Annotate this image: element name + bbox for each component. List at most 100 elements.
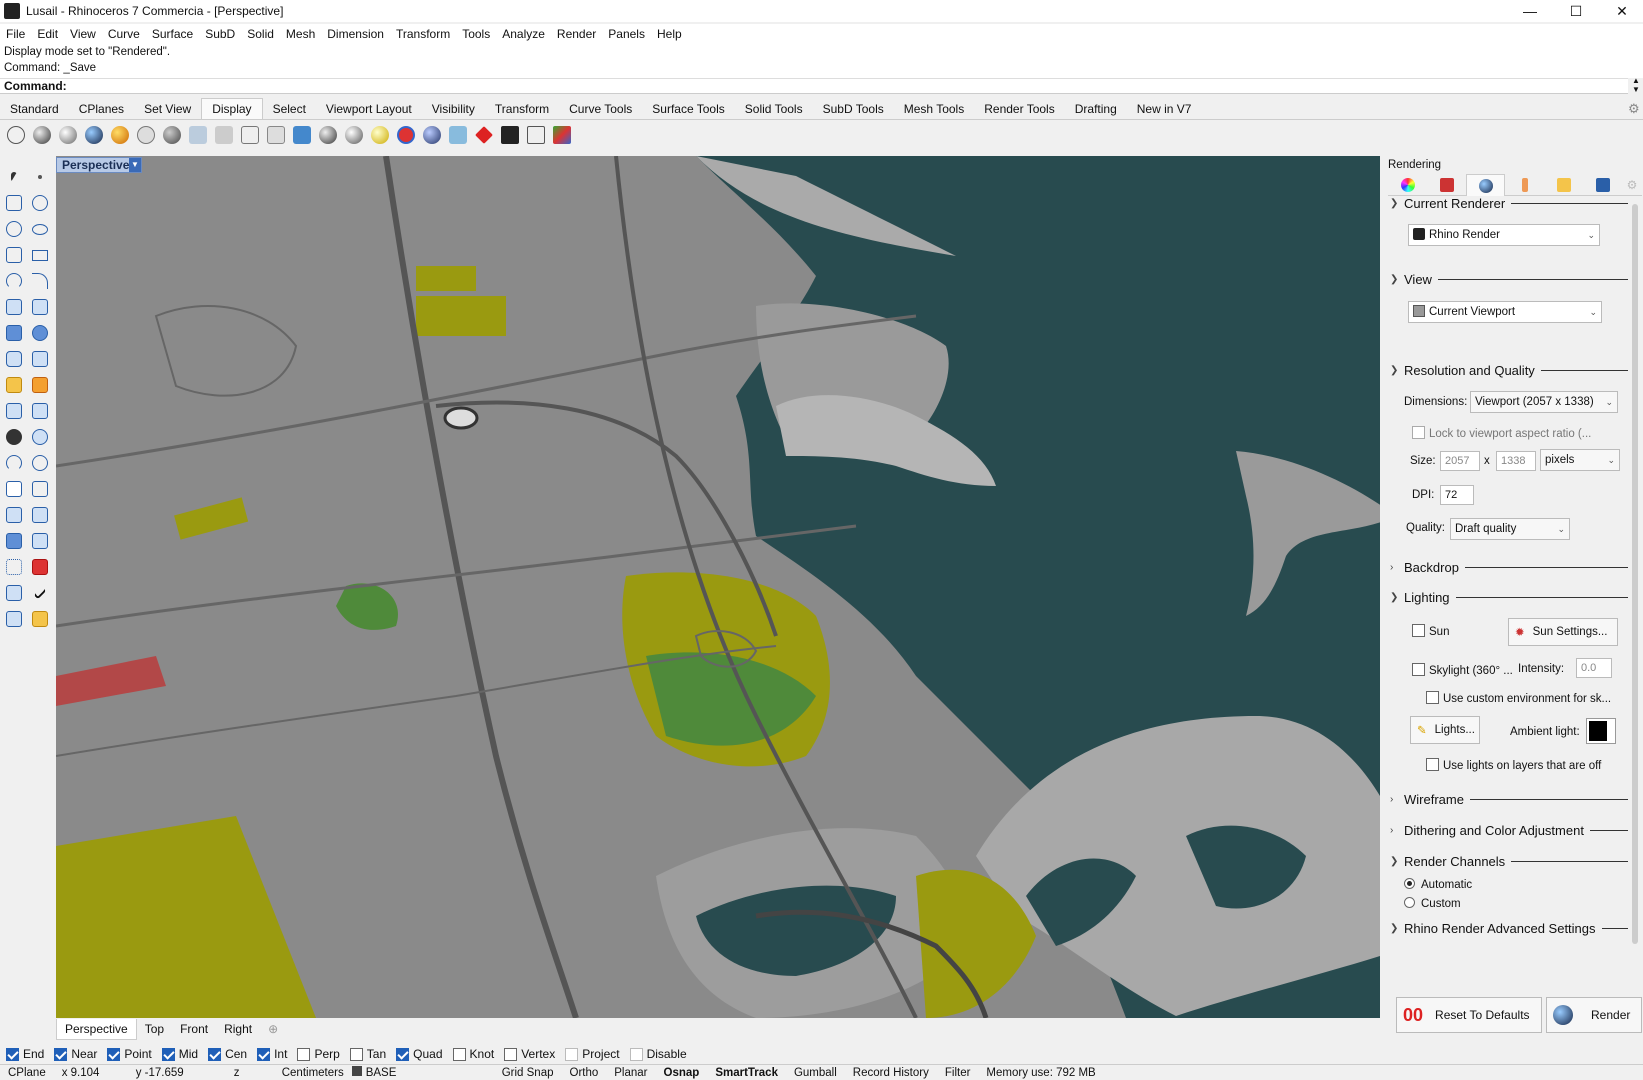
panel-tab-display-icon[interactable] [1583, 174, 1622, 196]
section-backdrop[interactable]: › Backdrop [1390, 560, 1628, 575]
menu-mesh[interactable]: Mesh [280, 27, 321, 41]
osnap-near-checkbox[interactable] [54, 1047, 68, 1061]
menu-file[interactable]: File [0, 27, 31, 41]
arc-icon[interactable] [1, 268, 27, 294]
dimension-icon[interactable] [27, 476, 53, 502]
menu-view[interactable]: View [64, 27, 102, 41]
rectangle-icon[interactable] [27, 242, 53, 268]
boolean-union-icon[interactable] [27, 320, 53, 346]
status-filter[interactable]: Filter [937, 1067, 979, 1079]
osnap-knot-checkbox[interactable] [452, 1047, 466, 1061]
xray-icon[interactable] [108, 123, 132, 147]
viewport-label[interactable]: Perspective ▼ [56, 157, 142, 173]
render-box-icon[interactable] [1, 528, 27, 554]
ungroup-icon[interactable] [27, 424, 53, 450]
gumball-icon[interactable] [27, 554, 53, 580]
tab-curve-tools[interactable]: Curve Tools [559, 102, 642, 119]
osnap-perp-checkbox[interactable] [297, 1047, 311, 1061]
menu-subd[interactable]: SubD [199, 27, 241, 41]
channels-automatic-option[interactable]: Automatic [1404, 878, 1472, 891]
project-icon[interactable] [1, 398, 27, 424]
skylight-option[interactable]: Skylight (360° ... [1412, 663, 1513, 677]
sun-checkbox[interactable] [1412, 624, 1425, 637]
osnap-near[interactable]: Near [54, 1047, 97, 1061]
lights-button[interactable]: ✎ Lights... [1410, 716, 1480, 744]
mesh-icon[interactable] [27, 346, 53, 372]
ellipse-icon[interactable] [27, 216, 53, 242]
osnap-int-checkbox[interactable] [257, 1047, 271, 1061]
array-icon[interactable] [1, 554, 27, 580]
sun-icon[interactable] [368, 123, 392, 147]
osnap-disable[interactable]: Disable [629, 1047, 687, 1061]
section-current-renderer[interactable]: ❯ Current Renderer [1390, 196, 1628, 211]
section-advanced-settings[interactable]: ❯ Rhino Render Advanced Settings [1390, 921, 1628, 936]
sun-settings-button[interactable]: ✹ Sun Settings... [1508, 618, 1618, 646]
section-render-channels[interactable]: ❯ Render Channels [1390, 854, 1628, 869]
tab-new-in-v7[interactable]: New in V7 [1127, 102, 1202, 119]
osnap-point[interactable]: Point [107, 1047, 152, 1061]
maximize-button[interactable]: ☐ [1553, 0, 1599, 22]
layout-icon[interactable] [27, 502, 53, 528]
polyline-icon[interactable] [1, 190, 27, 216]
tab-render-tools[interactable]: Render Tools [974, 102, 1065, 119]
circle-icon[interactable] [1, 216, 27, 242]
clipping-icon[interactable] [290, 123, 314, 147]
color-icon[interactable] [550, 123, 574, 147]
tab-surface-tools[interactable]: Surface Tools [642, 102, 735, 119]
curve-icon[interactable] [27, 190, 53, 216]
polygon-icon[interactable] [1, 242, 27, 268]
skylight-checkbox[interactable] [1412, 663, 1425, 676]
status-record-history[interactable]: Record History [845, 1067, 937, 1079]
osnap-cen-checkbox[interactable] [208, 1047, 222, 1061]
tab-standard[interactable]: Standard [0, 102, 69, 119]
osnap-end-checkbox[interactable] [6, 1047, 19, 1061]
tab-display[interactable]: Display [201, 98, 263, 119]
viewport-tab-top[interactable]: Top [137, 1022, 172, 1036]
menu-analyze[interactable]: Analyze [496, 27, 551, 41]
status-osnap[interactable]: Osnap [656, 1067, 708, 1079]
dimensions-dropdown[interactable]: Viewport (2057 x 1338) ⌄ [1470, 391, 1618, 413]
osnap-quad-checkbox[interactable] [396, 1047, 410, 1061]
monochrome-icon[interactable] [264, 123, 288, 147]
menu-transform[interactable]: Transform [390, 27, 456, 41]
tab-visibility[interactable]: Visibility [422, 102, 485, 119]
section-lighting[interactable]: ❯ Lighting [1390, 590, 1628, 605]
environment-icon[interactable] [342, 123, 366, 147]
properties-icon[interactable] [27, 606, 53, 632]
explode-icon[interactable] [27, 372, 53, 398]
monitor-icon[interactable] [498, 123, 522, 147]
osnap-perp[interactable]: Perp [297, 1047, 340, 1061]
status-cplane[interactable]: CPlane [0, 1067, 54, 1079]
lock-aspect-option[interactable]: Lock to viewport aspect ratio (... [1412, 426, 1591, 440]
technical-icon[interactable] [134, 123, 158, 147]
scale-icon[interactable] [27, 450, 53, 476]
status-smarttrack[interactable]: SmartTrack [707, 1067, 786, 1079]
automatic-radio[interactable] [1404, 878, 1415, 889]
lights-icon[interactable] [316, 123, 340, 147]
toolbar-settings-gear-icon[interactable]: ⚙ [1628, 101, 1640, 117]
axes-icon[interactable] [420, 123, 444, 147]
osnap-tan-checkbox[interactable] [349, 1047, 363, 1061]
osnap-vertex-checkbox[interactable] [504, 1047, 518, 1061]
pen-icon[interactable] [186, 123, 210, 147]
wireframe-icon[interactable] [4, 123, 28, 147]
panel-tab-folder-icon[interactable] [1544, 174, 1583, 196]
transform-icon[interactable] [1, 372, 27, 398]
ghosted-icon[interactable] [82, 123, 106, 147]
section-view[interactable]: ❯ View [1390, 272, 1628, 287]
lights-off-option[interactable]: Use lights on layers that are off [1426, 758, 1601, 772]
command-line-input[interactable]: Command: [0, 78, 1628, 94]
menu-panels[interactable]: Panels [602, 27, 651, 41]
osnap-mid-checkbox[interactable] [161, 1047, 175, 1061]
menu-render[interactable]: Render [551, 27, 602, 41]
quality-dropdown[interactable]: Draft quality ⌄ [1450, 518, 1570, 540]
osnap-point-checkbox[interactable] [107, 1047, 121, 1061]
viewport-tab-right[interactable]: Right [216, 1022, 260, 1036]
osnap-disable-checkbox[interactable] [629, 1047, 643, 1061]
width-field[interactable]: 2057 [1440, 451, 1480, 471]
solid-tools-icon[interactable] [1, 606, 27, 632]
status-gumball[interactable]: Gumball [786, 1067, 845, 1079]
point-icon[interactable] [27, 164, 53, 190]
tab-transform[interactable]: Transform [485, 102, 559, 119]
render-button[interactable]: Render [1546, 997, 1642, 1033]
